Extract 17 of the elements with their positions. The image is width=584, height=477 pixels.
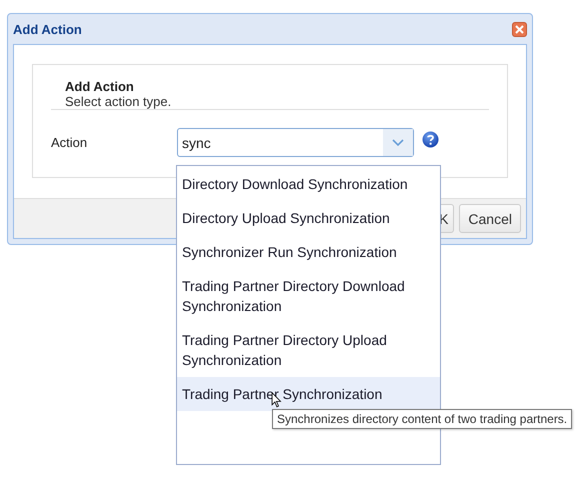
- dropdown-option[interactable]: Trading Partner Directory Download Synchronization: [177, 269, 440, 323]
- field-label: Action: [51, 135, 88, 150]
- dialog-button[interactable]: Cancel: [459, 204, 521, 233]
- close-icon: [515, 24, 524, 34]
- action-combo-field[interactable]: sync: [177, 128, 414, 157]
- action-input[interactable]: sync: [178, 134, 383, 150]
- dropdown-option[interactable]: Directory Upload Synchronization: [177, 201, 440, 235]
- tooltip: Synchronizes directory content of two trading partners.: [272, 409, 572, 429]
- dropdown-option[interactable]: Synchronizer Run Synchronization: [177, 235, 440, 269]
- window-title: Add Action: [13, 22, 82, 36]
- close-button[interactable]: [512, 22, 527, 36]
- dropdown-option[interactable]: Trading Partner Directory Upload Synchronization: [177, 323, 440, 377]
- section-subtitle: Select action type.: [65, 94, 172, 109]
- chevron-down-icon[interactable]: [392, 138, 404, 146]
- dropdown-option[interactable]: Directory Download Synchronization: [177, 167, 440, 201]
- section-title: Add Action: [65, 79, 135, 94]
- help-icon[interactable]: [422, 131, 439, 148]
